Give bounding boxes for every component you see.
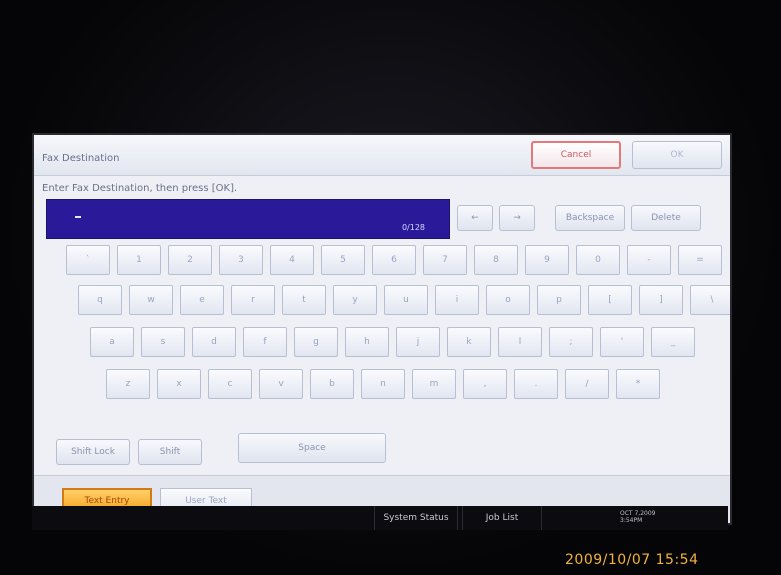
key-row2-0[interactable]: q <box>78 285 122 315</box>
key-row2-12[interactable]: \ <box>690 285 730 315</box>
cursor-left-button[interactable]: ← <box>457 205 493 231</box>
key-row2-9[interactable]: p <box>537 285 581 315</box>
key-row2-3[interactable]: r <box>231 285 275 315</box>
clock-date: OCT 7,2009 <box>620 510 656 517</box>
key-row1-2[interactable]: 2 <box>168 245 212 275</box>
key-row2-4[interactable]: t <box>282 285 326 315</box>
key-row3-7[interactable]: k <box>447 327 491 357</box>
key-row2-6[interactable]: u <box>384 285 428 315</box>
key-row1-6[interactable]: 6 <box>372 245 416 275</box>
key-row2-7[interactable]: i <box>435 285 479 315</box>
key-row1-4[interactable]: 4 <box>270 245 314 275</box>
key-row2-11[interactable]: ] <box>639 285 683 315</box>
key-row3-4[interactable]: g <box>294 327 338 357</box>
key-row4-5[interactable]: n <box>361 369 405 399</box>
key-row1-11[interactable]: - <box>627 245 671 275</box>
job-list-button[interactable]: Job List <box>462 506 542 530</box>
cancel-button[interactable]: Cancel <box>531 141 621 169</box>
key-row2-8[interactable]: o <box>486 285 530 315</box>
shift-button[interactable]: Shift <box>138 439 202 465</box>
key-row3-2[interactable]: d <box>192 327 236 357</box>
clock-time: 3:54PM <box>620 517 643 524</box>
key-row2-1[interactable]: w <box>129 285 173 315</box>
key-row3-11[interactable]: _ <box>651 327 695 357</box>
backspace-button[interactable]: Backspace <box>555 205 625 231</box>
key-row4-0[interactable]: z <box>106 369 150 399</box>
key-row4-4[interactable]: b <box>310 369 354 399</box>
key-row4-10[interactable]: * <box>616 369 660 399</box>
destination-input[interactable]: 0/128 <box>46 199 450 239</box>
key-row1-9[interactable]: 9 <box>525 245 569 275</box>
space-button[interactable]: Space <box>238 433 386 463</box>
fax-destination-dialog: Fax Destination Cancel OK Enter Fax Dest… <box>32 133 732 525</box>
photo-timestamp: 2009/10/07 15:54 <box>565 552 699 568</box>
key-row4-8[interactable]: . <box>514 369 558 399</box>
key-row1-1[interactable]: 1 <box>117 245 161 275</box>
cursor-right-button[interactable]: → <box>499 205 535 231</box>
key-row2-5[interactable]: y <box>333 285 377 315</box>
key-row4-2[interactable]: c <box>208 369 252 399</box>
char-count: 0/128 <box>401 223 425 232</box>
key-row3-9[interactable]: ; <box>549 327 593 357</box>
system-status-button[interactable]: System Status <box>374 506 458 530</box>
key-row4-6[interactable]: m <box>412 369 456 399</box>
dialog-title: Fax Destination <box>42 153 120 164</box>
key-row3-1[interactable]: s <box>141 327 185 357</box>
key-row3-10[interactable]: ' <box>600 327 644 357</box>
key-row2-10[interactable]: [ <box>588 285 632 315</box>
dialog-titlebar: Fax Destination Cancel OK <box>34 135 730 176</box>
key-row3-6[interactable]: j <box>396 327 440 357</box>
key-row1-3[interactable]: 3 <box>219 245 263 275</box>
device-clock: OCT 7,2009 3:54PM <box>620 510 655 524</box>
key-row1-10[interactable]: 0 <box>576 245 620 275</box>
delete-button[interactable]: Delete <box>631 205 701 231</box>
key-row1-8[interactable]: 8 <box>474 245 518 275</box>
key-row3-8[interactable]: l <box>498 327 542 357</box>
shift-lock-button[interactable]: Shift Lock <box>56 439 130 465</box>
key-row2-2[interactable]: e <box>180 285 224 315</box>
key-row3-0[interactable]: a <box>90 327 134 357</box>
key-row1-12[interactable]: = <box>678 245 722 275</box>
key-row1-7[interactable]: 7 <box>423 245 467 275</box>
key-row4-7[interactable]: , <box>463 369 507 399</box>
key-row4-1[interactable]: x <box>157 369 201 399</box>
key-row1-5[interactable]: 5 <box>321 245 365 275</box>
key-row4-3[interactable]: v <box>259 369 303 399</box>
key-row3-5[interactable]: h <box>345 327 389 357</box>
text-cursor <box>75 216 81 218</box>
key-row1-0[interactable]: ` <box>66 245 110 275</box>
ok-button[interactable]: OK <box>632 141 722 169</box>
entry-prompt: Enter Fax Destination, then press [OK]. <box>42 183 238 194</box>
key-row3-3[interactable]: f <box>243 327 287 357</box>
key-row4-9[interactable]: / <box>565 369 609 399</box>
